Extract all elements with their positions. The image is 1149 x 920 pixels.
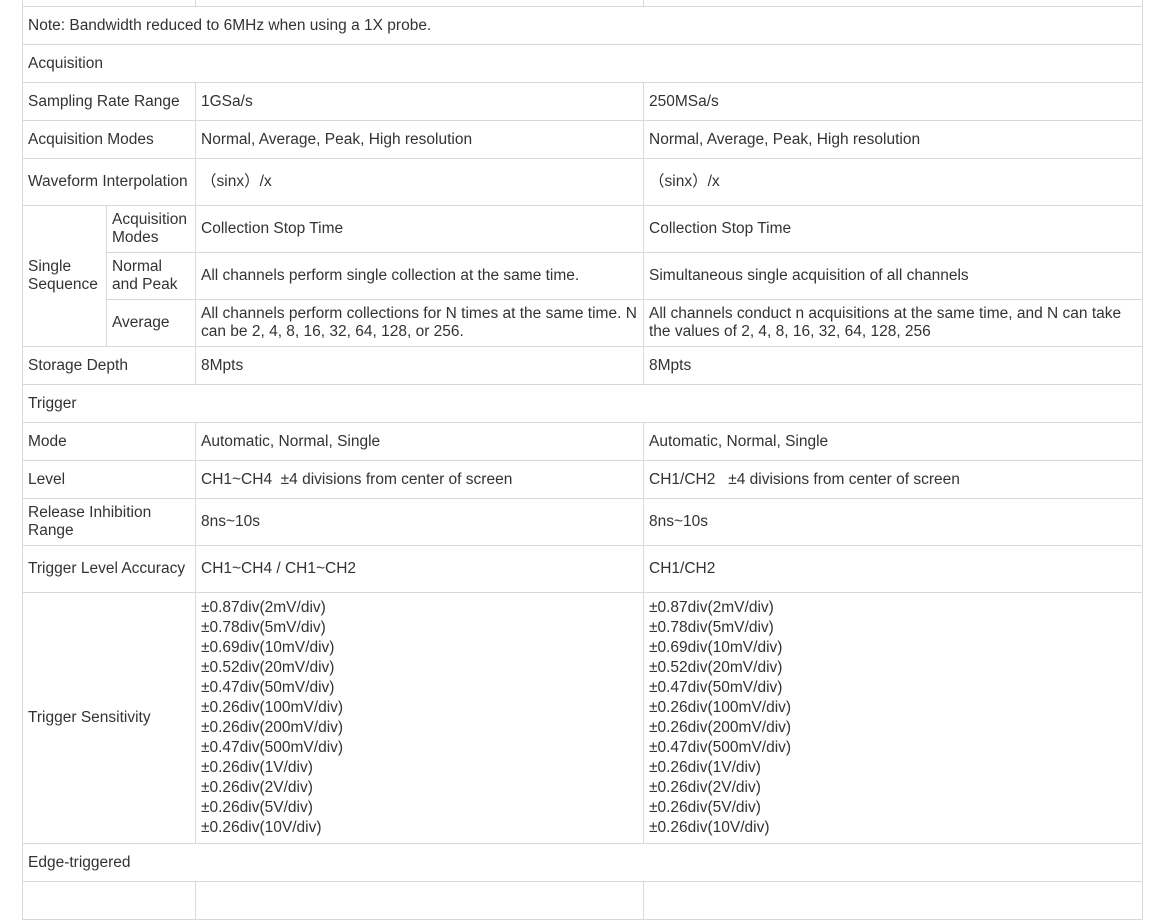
table-row: Single Sequence Acquisition Modes Collec… — [22, 205, 1143, 347]
row-label: Trigger Sensitivity — [22, 592, 196, 844]
sensitivity-value: ±0.26div(2V/div) — [649, 779, 761, 796]
cell-col1: 1GSa/s — [195, 82, 644, 121]
sensitivity-value: ±0.78div(5mV/div) — [201, 619, 326, 636]
empty-cell — [643, 881, 1143, 920]
cell-col1: CH1~CH4 / CH1~CH2 — [195, 545, 644, 593]
cell-col2: （sinx）/x — [643, 158, 1143, 206]
row-group-label: Single Sequence — [22, 205, 107, 347]
sensitivity-value: ±0.47div(50mV/div) — [649, 679, 783, 696]
sub-row-label: Normal and Peak — [106, 252, 196, 300]
sub-row-label: Acquisition Modes — [106, 205, 196, 253]
sensitivity-list-col2: ±0.87div(2mV/div) ±0.78div(5mV/div) ±0.69d… — [649, 598, 1137, 838]
cell-col1: ±0.87div(2mV/div) ±0.78div(5mV/div) ±0.69d… — [195, 592, 644, 844]
section-header-row: Acquisition — [22, 44, 1143, 83]
table-row: Mode Automatic, Normal, Single Automatic… — [22, 422, 1143, 461]
table-row: Storage Depth 8Mpts 8Mpts — [22, 346, 1143, 385]
cell-col2: All channels conduct n acquisitions at t… — [643, 299, 1143, 347]
note-row: Note: Bandwidth reduced to 6MHz when usi… — [22, 6, 1143, 45]
cell-col2: CH1/CH2 ±4 divisions from center of scre… — [643, 460, 1143, 499]
row-label: Sampling Rate Range — [22, 82, 196, 121]
sensitivity-value: ±0.47div(500mV/div) — [201, 739, 344, 756]
cell-col2: ±0.87div(2mV/div) ±0.78div(5mV/div) ±0.69d… — [643, 592, 1143, 844]
sensitivity-value: ±0.87div(2mV/div) — [649, 599, 774, 616]
row-label: Release Inhibition Range — [22, 498, 196, 546]
table-row: Level CH1~CH4 ±4 divisions from center o… — [22, 460, 1143, 499]
table-row: Sampling Rate Range 1GSa/s 250MSa/s — [22, 82, 1143, 121]
cell-col2: 8ns~10s — [643, 498, 1143, 546]
cell-col1: Normal, Average, Peak, High resolution — [195, 120, 644, 159]
sensitivity-value: ±0.26div(200mV/div) — [649, 719, 792, 736]
section-edge-triggered: Edge-triggered — [22, 843, 1143, 882]
cell-col1: All channels perform single collection a… — [195, 252, 644, 300]
cell-col1: 8ns~10s — [195, 498, 644, 546]
table-row: Normal and Peak All channels perform sin… — [23, 252, 1143, 300]
sensitivity-value: ±0.26div(100mV/div) — [649, 699, 792, 716]
sensitivity-value: ±0.26div(2V/div) — [201, 779, 313, 796]
bandwidth-note: Note: Bandwidth reduced to 6MHz when usi… — [22, 6, 1143, 45]
empty-cell — [22, 881, 196, 920]
row-label: Waveform Interpolation — [22, 158, 196, 206]
row-label: Level — [22, 460, 196, 499]
sensitivity-value: ±0.26div(5V/div) — [649, 799, 761, 816]
cell-col2: 8Mpts — [643, 346, 1143, 385]
cell-col2: Collection Stop Time — [643, 205, 1143, 253]
cell-col2: Normal, Average, Peak, High resolution — [643, 120, 1143, 159]
sensitivity-value: ±0.26div(10V/div) — [649, 819, 770, 836]
cell-col1: 8Mpts — [195, 346, 644, 385]
cell-col2: 250MSa/s — [643, 82, 1143, 121]
row-label: Mode — [22, 422, 196, 461]
row-label: Storage Depth — [22, 346, 196, 385]
section-trigger: Trigger — [22, 384, 1143, 423]
cell-col1: （sinx）/x — [195, 158, 644, 206]
sensitivity-value: ±0.26div(200mV/div) — [201, 719, 344, 736]
cell-col1: CH1~CH4 ±4 divisions from center of scre… — [195, 460, 644, 499]
spec-table-container: Note: Bandwidth reduced to 6MHz when usi… — [22, 0, 1143, 920]
table-row: Trigger Level Accuracy CH1~CH4 / CH1~CH2… — [22, 545, 1143, 593]
sensitivity-value: ±0.69div(10mV/div) — [649, 639, 783, 656]
section-header-row: Edge-triggered — [22, 843, 1143, 882]
section-acquisition: Acquisition — [22, 44, 1143, 83]
sensitivity-value: ±0.52div(20mV/div) — [649, 659, 783, 676]
sensitivity-list-col1: ±0.87div(2mV/div) ±0.78div(5mV/div) ±0.69d… — [201, 598, 638, 838]
sensitivity-value: ±0.26div(5V/div) — [201, 799, 313, 816]
cell-col2: CH1/CH2 — [643, 545, 1143, 593]
sensitivity-value: ±0.87div(2mV/div) — [201, 599, 326, 616]
sensitivity-value: ±0.69div(10mV/div) — [201, 639, 335, 656]
cell-col1: Automatic, Normal, Single — [195, 422, 644, 461]
empty-cell — [195, 881, 644, 920]
table-row: Release Inhibition Range 8ns~10s 8ns~10s — [22, 498, 1143, 546]
cell-col1: All channels perform collections for N t… — [195, 299, 644, 347]
table-row-cut-bottom — [22, 881, 1143, 920]
table-row: Trigger Sensitivity ±0.87div(2mV/div) ±0.… — [22, 592, 1143, 844]
row-label: Trigger Level Accuracy — [22, 545, 196, 593]
table-row: Average All channels perform collections… — [23, 299, 1143, 347]
sensitivity-value: ±0.52div(20mV/div) — [201, 659, 335, 676]
spec-table: Note: Bandwidth reduced to 6MHz when usi… — [22, 0, 1143, 920]
cell-col1: Collection Stop Time — [195, 205, 644, 253]
table-row: Acquisition Modes Normal, Average, Peak,… — [22, 120, 1143, 159]
sensitivity-value: ±0.78div(5mV/div) — [649, 619, 774, 636]
table-row: Waveform Interpolation （sinx）/x （sinx）/x — [22, 158, 1143, 206]
sensitivity-value: ±0.26div(1V/div) — [649, 759, 761, 776]
cell-col2: Simultaneous single acquisition of all c… — [643, 252, 1143, 300]
row-label: Acquisition Modes — [22, 120, 196, 159]
cell-col2: Automatic, Normal, Single — [643, 422, 1143, 461]
sensitivity-value: ±0.47div(500mV/div) — [649, 739, 792, 756]
sensitivity-value: ±0.26div(1V/div) — [201, 759, 313, 776]
sub-row-label: Average — [106, 299, 196, 347]
sensitivity-value: ±0.47div(50mV/div) — [201, 679, 335, 696]
sensitivity-value: ±0.26div(100mV/div) — [201, 699, 344, 716]
section-header-row: Trigger — [22, 384, 1143, 423]
sensitivity-value: ±0.26div(10V/div) — [201, 819, 322, 836]
